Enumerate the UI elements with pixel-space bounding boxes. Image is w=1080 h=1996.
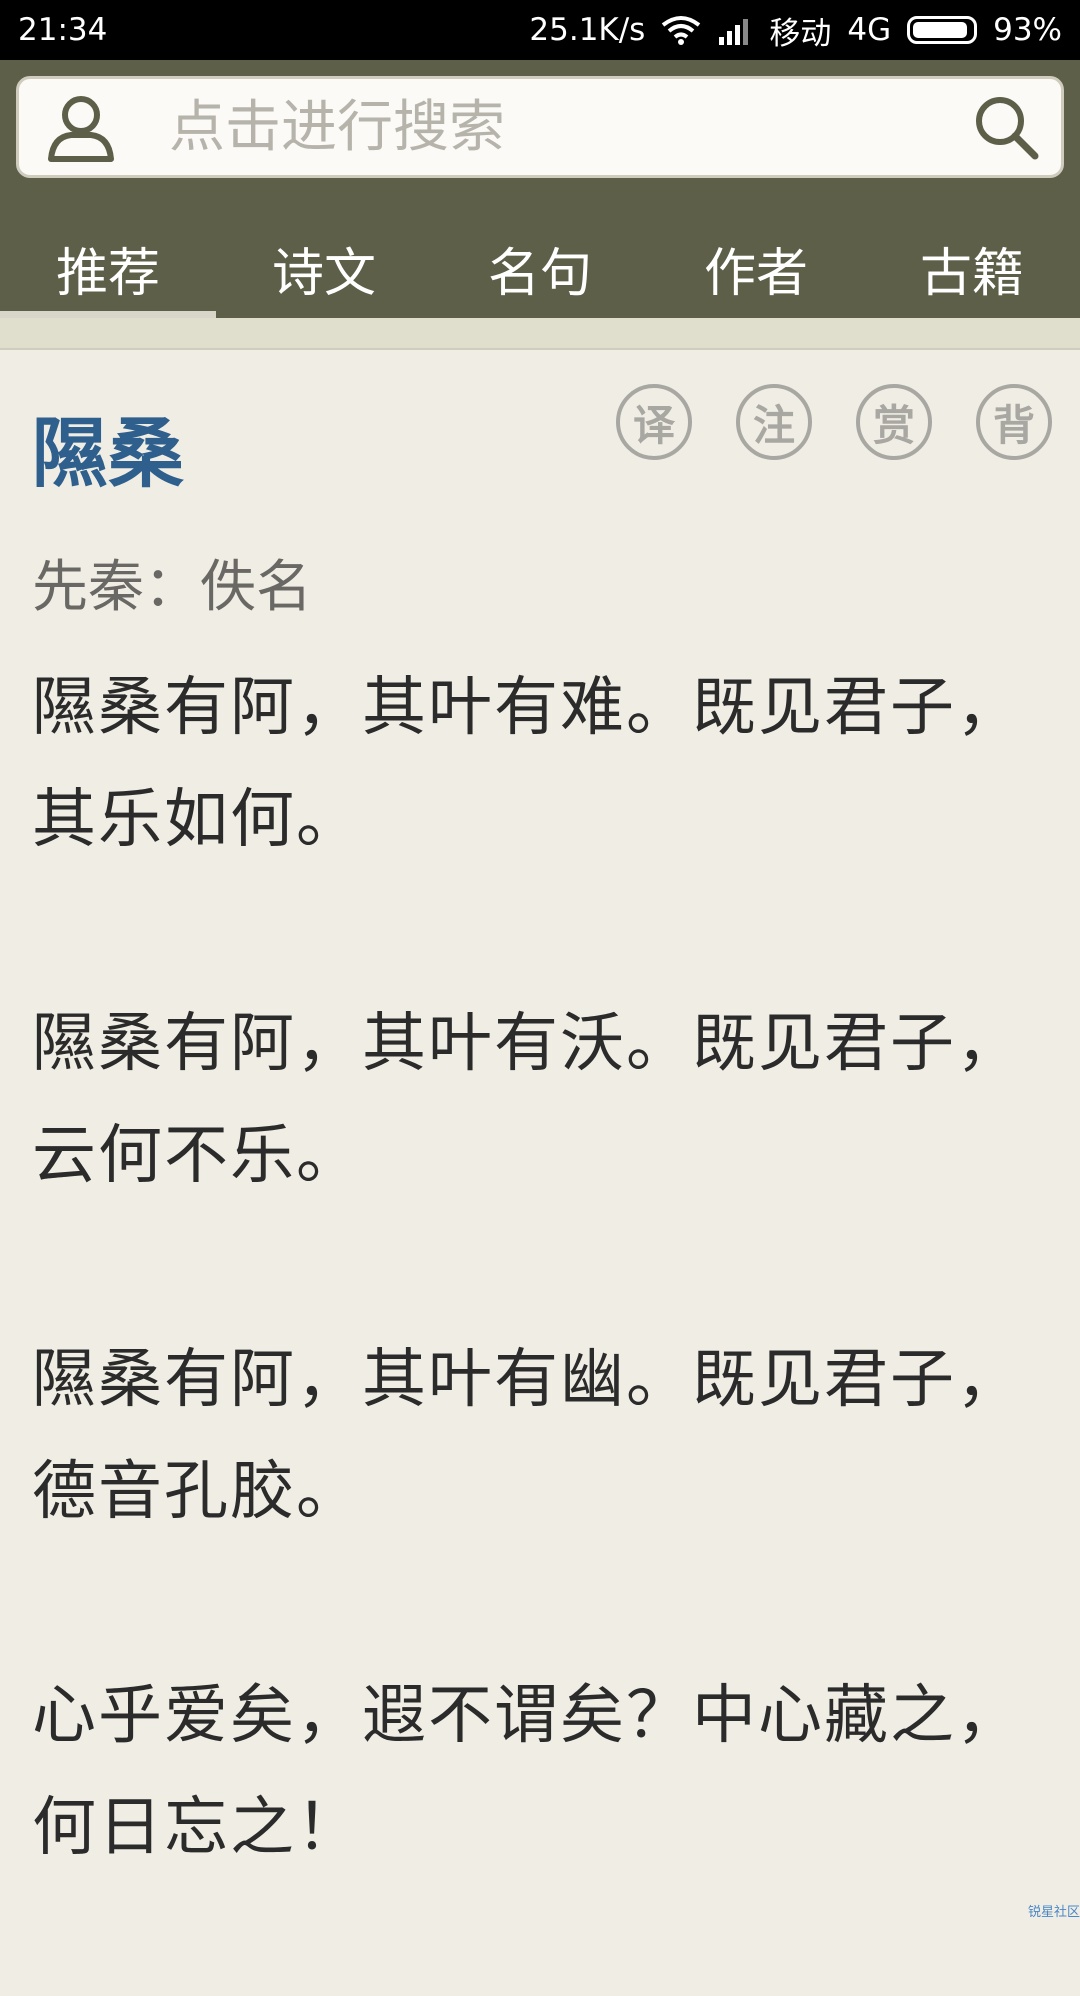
user-icon[interactable] (41, 87, 121, 167)
poem-body: 隰桑有阿，其叶有难。既见君子，其乐如何。 隰桑有阿，其叶有沃。既见君子，云何不乐… (32, 652, 1032, 1996)
search-icon[interactable] (973, 94, 1039, 160)
poem-stanza: 心乎爱矣，遐不谓矣？中心藏之，何日忘之！ (32, 1679, 1022, 1865)
tab-label: 作者 (703, 243, 808, 304)
tab-label: 名句 (487, 243, 592, 304)
poem-stanza: 隰桑有阿，其叶有幽。既见君子，德音孔胶。 (32, 1343, 1022, 1529)
status-time: 21:34 (18, 12, 108, 48)
tab-label: 推荐 (55, 243, 160, 304)
signal-icon (717, 15, 753, 45)
tab-famous-lines[interactable]: 名句 (432, 218, 648, 318)
tab-classics[interactable]: 古籍 (864, 218, 1080, 318)
appreciate-button[interactable]: 赏 (856, 384, 932, 460)
poem-stanza: 隰桑有阿，其叶有沃。既见君子，云何不乐。 (32, 1007, 1022, 1193)
tab-recommend[interactable]: 推荐 (0, 218, 216, 318)
annotate-button[interactable]: 注 (736, 384, 812, 460)
divider-strip (0, 318, 1080, 350)
tab-poems[interactable]: 诗文 (216, 218, 432, 318)
network-type: 4G (847, 12, 892, 48)
poem-actions: 译 注 赏 背 (616, 384, 1052, 460)
search-input[interactable] (167, 93, 973, 161)
poem-stanza: 隰桑有阿，其叶有难。既见君子，其乐如何。 (32, 671, 1022, 857)
battery-percent: 93% (993, 12, 1062, 48)
network-speed: 25.1K/s (529, 12, 646, 48)
translate-button[interactable]: 译 (616, 384, 692, 460)
recite-button[interactable]: 背 (976, 384, 1052, 460)
tab-label: 诗文 (271, 243, 376, 304)
poem-author[interactable]: 先秦：佚名 (32, 542, 312, 623)
watermark: 锐星社区 (1027, 1905, 1080, 1920)
status-bar: 21:34 25.1K/s 移动 4G 93% (0, 0, 1080, 60)
carrier-label: 移动 (769, 15, 832, 52)
battery-fill (913, 22, 968, 38)
poem-title[interactable]: 隰桑 (32, 392, 184, 502)
search-bar[interactable] (16, 76, 1064, 178)
wifi-icon (661, 15, 701, 45)
category-tabs: 推荐 诗文 名句 作者 古籍 (0, 218, 1080, 318)
poem-content: 隰桑 译 注 赏 背 先秦：佚名 隰桑有阿，其叶有难。既见君子，其乐如何。 隰桑… (0, 352, 1080, 1920)
status-right: 25.1K/s 移动 4G 93% (529, 8, 1062, 53)
app-header: 推荐 诗文 名句 作者 古籍 (0, 60, 1080, 318)
tab-label: 古籍 (919, 243, 1024, 304)
tab-authors[interactable]: 作者 (648, 218, 864, 318)
battery-icon (907, 16, 978, 44)
